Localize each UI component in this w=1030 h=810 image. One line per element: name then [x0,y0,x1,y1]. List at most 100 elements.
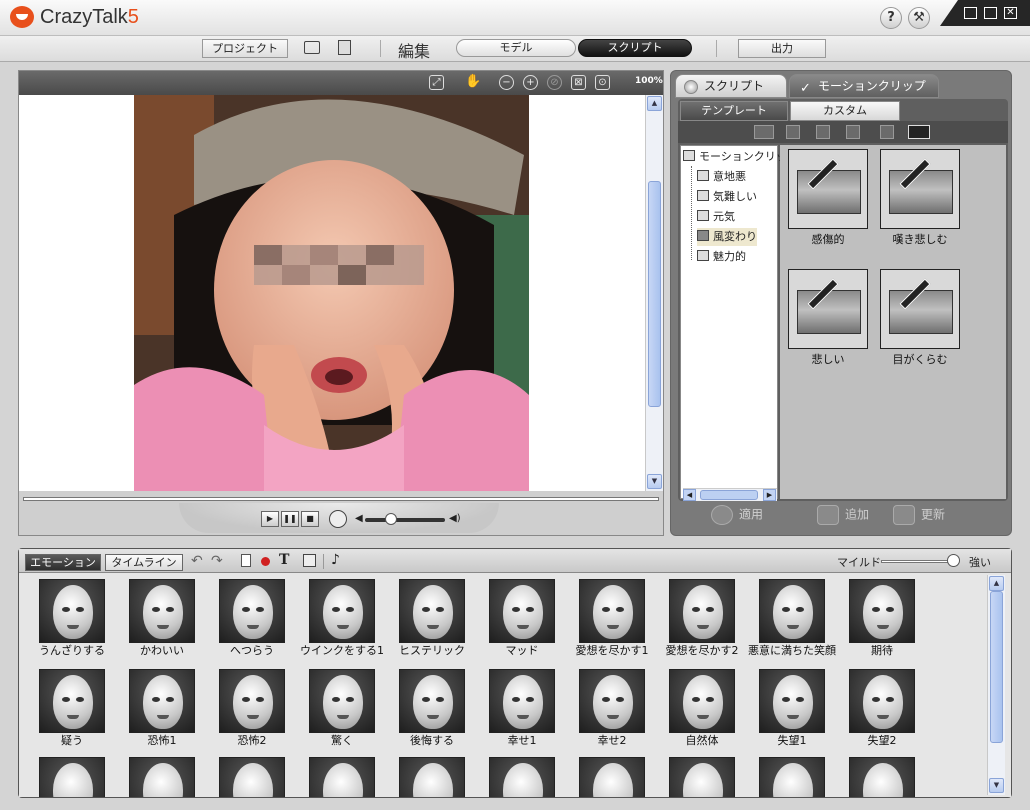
scroll-down-icon[interactable]: ▼ [647,474,662,489]
apply-button[interactable]: 適用 [711,505,763,525]
save-icon[interactable] [338,40,351,55]
stage-canvas[interactable] [19,95,663,491]
tree-item[interactable]: 意地悪 [697,168,746,186]
help-icon[interactable]: ? [880,7,902,29]
model-tab[interactable]: モデル [456,39,576,57]
tab-motion-clip[interactable]: ✓ モーションクリップ [789,74,939,98]
fit-icon[interactable]: ⤢ [429,75,444,90]
emotion-item[interactable]: 驚く [289,665,379,755]
emotion-item[interactable]: 失望1 [739,665,829,755]
tab-timeline[interactable]: タイムライン [105,554,183,571]
scroll-up-icon[interactable]: ▲ [647,96,662,111]
emotion-face-thumbnail[interactable] [849,757,915,797]
emotion-item[interactable]: ウインクをする1 [289,575,384,665]
tree-item[interactable]: 魅力的 [697,248,746,266]
center-icon[interactable]: ⊙ [595,75,610,90]
emotion-item[interactable]: 恐怖2 [199,665,289,755]
emotion-item[interactable]: 期待 [829,575,919,665]
emotion-face-thumbnail[interactable] [579,757,645,797]
emotion-item[interactable]: マッド [469,575,559,665]
emotion-face-thumbnail[interactable] [39,757,105,797]
emotion-item[interactable]: うんざりする [19,575,109,665]
emotion-item[interactable]: 悪意に満ちた笑顔 [739,575,836,665]
intensity-knob[interactable] [946,554,960,567]
emotion-face-thumbnail[interactable] [129,757,195,797]
emotion-face-thumbnail[interactable] [219,757,285,797]
tree-horizontal-scrollbar[interactable]: ◀ ▶ [683,488,777,501]
emotion-face-thumbnail[interactable] [399,757,465,797]
folder-open-icon[interactable] [304,41,320,54]
minimize-icon[interactable] [964,7,977,19]
playback-timeline[interactable] [23,497,659,501]
maximize-icon[interactable] [984,7,997,19]
stop-icon[interactable]: ■ [301,511,319,527]
emotion-face-thumbnail[interactable] [309,757,375,797]
output-button[interactable]: 出力 [738,39,826,58]
view-mode-icon[interactable] [908,125,930,139]
tab-custom[interactable]: カスタム [790,101,900,121]
scroll-right-icon[interactable]: ▶ [763,489,776,501]
scroll-down-icon[interactable]: ▼ [989,778,1004,793]
tree-item[interactable]: 気難しい [697,188,757,206]
play-icon[interactable]: ▶ [261,511,279,527]
redo-icon[interactable]: ↷ [211,553,223,569]
copy-icon[interactable] [816,125,830,139]
scroll-left-icon[interactable]: ◀ [683,489,696,501]
delete-icon[interactable] [880,125,894,139]
emotion-face-thumbnail[interactable] [759,757,825,797]
tab-template[interactable]: テンプレート [680,101,788,121]
reset-icon[interactable]: ⊘ [547,75,562,90]
undo-icon[interactable]: ↶ [191,553,203,569]
emotion-vertical-scrollbar[interactable]: ▲ ▼ [987,575,1005,795]
text-icon[interactable]: T [279,552,289,568]
hand-icon[interactable]: ✋ [465,75,481,90]
emotion-item[interactable]: へつらう [199,575,289,665]
emotion-item[interactable]: 自然体 [649,665,739,755]
record-icon[interactable] [261,557,270,566]
emotion-item[interactable]: 後悔する [379,665,469,755]
music-icon[interactable]: ♪ [331,552,340,568]
new-icon[interactable] [241,554,251,567]
emotion-item[interactable]: 愛想を尽かす1 [559,575,649,665]
zoom-out-icon[interactable]: − [499,75,514,90]
frame-icon[interactable]: ⊠ [571,75,586,90]
paste-icon[interactable] [846,125,860,139]
image-icon[interactable] [303,554,316,567]
pause-icon[interactable]: ❚❚ [281,511,299,527]
clip-thumbnail[interactable] [788,149,868,229]
scroll-up-icon[interactable]: ▲ [989,576,1004,591]
volume-knob[interactable] [385,513,397,525]
emotion-item[interactable]: 幸せ1 [469,665,559,755]
tree-scroll-thumb[interactable] [700,490,758,500]
volume-slider[interactable] [365,518,445,522]
tab-script[interactable]: スクリプト [675,74,787,98]
project-button[interactable]: プロジェクト [202,39,288,58]
loop-icon[interactable] [329,510,347,528]
emotion-item[interactable]: 幸せ2 [559,665,649,755]
script-tab[interactable]: スクリプト [578,39,692,57]
emotion-item[interactable]: 愛想を尽かす2 [649,575,739,665]
preview-scroll-thumb[interactable] [648,181,661,407]
tools-icon[interactable]: ⚒ [908,7,930,29]
preview-vertical-scrollbar[interactable]: ▲ ▼ [645,95,663,491]
add-button[interactable]: 追加 [817,505,869,525]
cut-icon[interactable] [786,125,800,139]
tree-item[interactable]: 元気 [697,208,735,226]
open-folder-icon[interactable] [754,125,774,139]
close-icon[interactable]: ✕ [1004,7,1017,19]
clip-thumbnail[interactable] [788,269,868,349]
emotion-item[interactable]: 疑う [19,665,109,755]
zoom-in-icon[interactable]: + [523,75,538,90]
emotion-face-thumbnail[interactable] [669,757,735,797]
emotion-item[interactable]: ヒステリック [379,575,469,665]
emotion-scroll-thumb[interactable] [990,591,1003,743]
emotion-item[interactable]: かわいい [109,575,199,665]
tab-emotion[interactable]: エモーション [25,554,101,571]
emotion-face-thumbnail[interactable] [489,757,555,797]
tree-item-selected[interactable]: 風変わり [697,228,757,246]
update-button[interactable]: 更新 [893,505,945,525]
emotion-item[interactable]: 恐怖1 [109,665,199,755]
clip-thumbnail[interactable] [880,149,960,229]
clip-thumbnail[interactable] [880,269,960,349]
emotion-item[interactable]: 失望2 [829,665,919,755]
